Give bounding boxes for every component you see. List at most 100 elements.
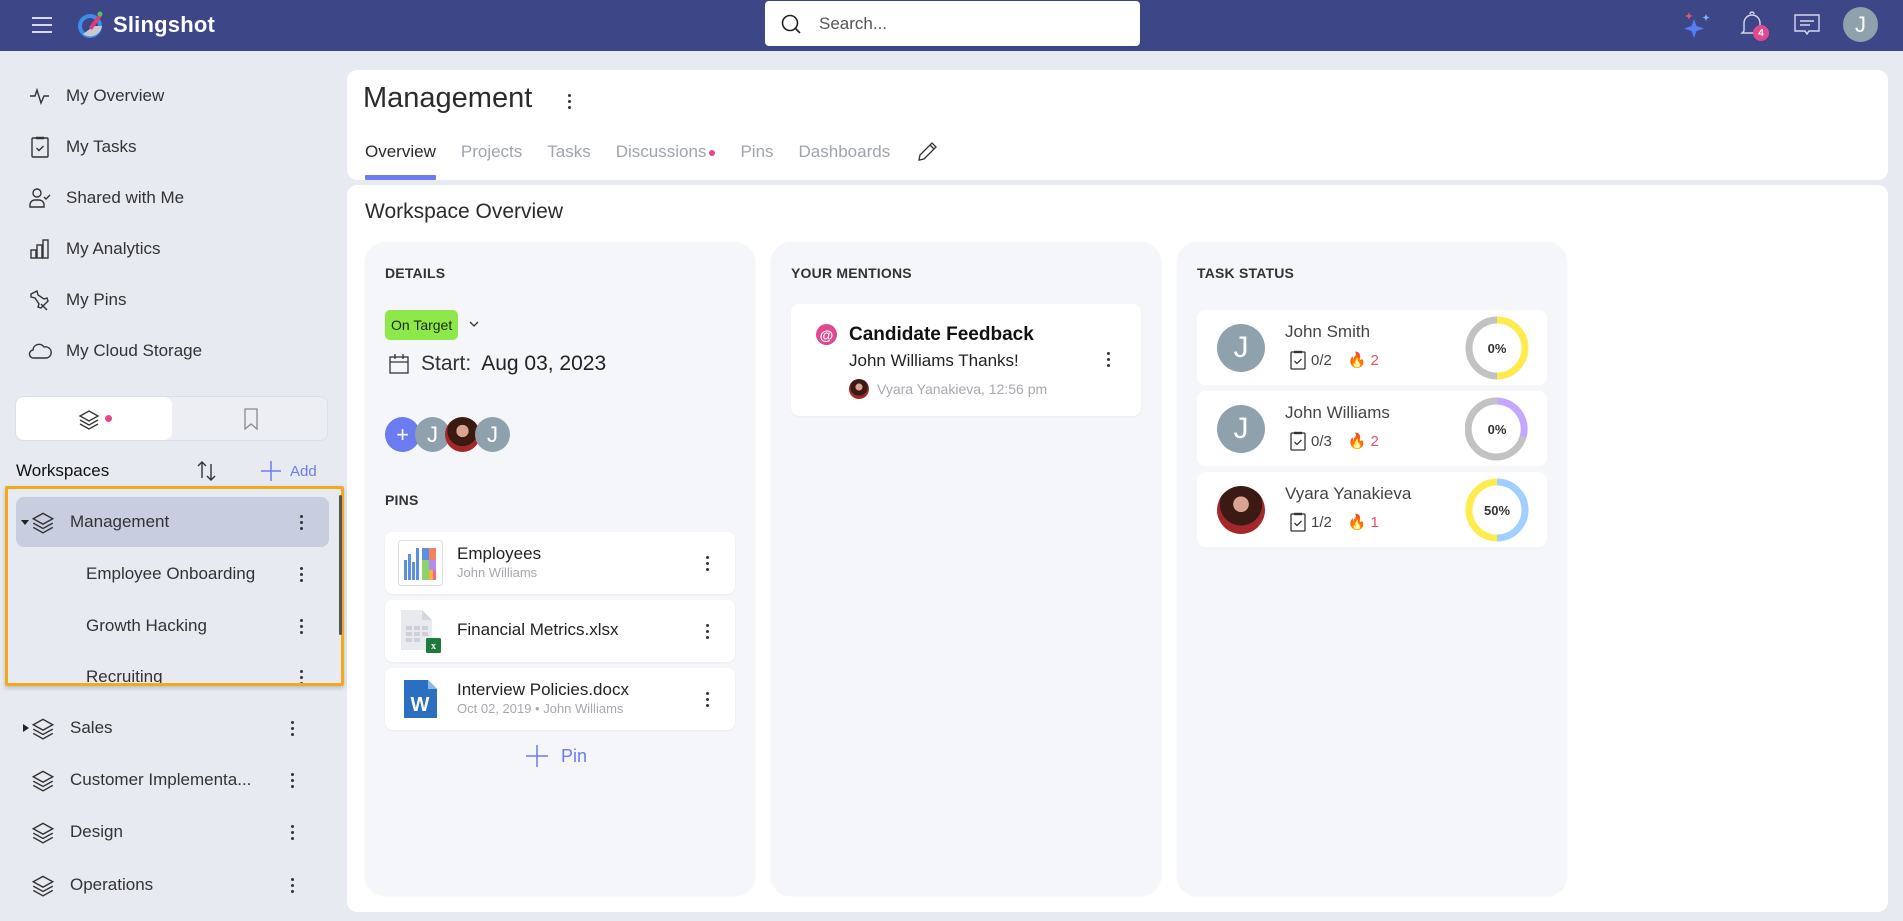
workspace-options-button[interactable] xyxy=(559,86,579,116)
sort-button[interactable] xyxy=(194,458,220,489)
edit-tabs-button[interactable] xyxy=(915,140,939,180)
layers-icon xyxy=(31,512,55,534)
user-check-icon xyxy=(29,188,51,208)
mention-author-time: Vyara Yanakieva, 12:56 pm xyxy=(877,381,1048,397)
workspace-customer-implementation[interactable]: Customer Implementa... xyxy=(30,755,322,805)
search-input[interactable] xyxy=(819,13,1119,34)
mention-body: John Williams Thanks! xyxy=(849,351,1019,370)
task-counts: 0/2 🔥 2 xyxy=(1289,350,1379,370)
tab-dashboards[interactable]: Dashboards xyxy=(799,142,891,178)
sidebar-item-my-analytics[interactable]: My Analytics xyxy=(28,229,160,269)
workspace-menu-button[interactable] xyxy=(291,611,311,641)
tasks-done: 1/2 xyxy=(1311,513,1332,531)
panel-label: YOUR MENTIONS xyxy=(791,265,912,281)
user-avatar[interactable]: J xyxy=(1843,7,1878,42)
member-avatar[interactable]: J xyxy=(475,417,510,452)
start-date-value: Aug 03, 2023 xyxy=(481,352,607,375)
workspace-growth-hacking[interactable]: Growth Hacking xyxy=(86,601,329,651)
fire-icon: 🔥 xyxy=(1347,514,1367,531)
tab-label: Pins xyxy=(740,142,774,161)
add-workspace-button[interactable]: Add xyxy=(260,460,317,482)
notifications-button[interactable]: 4 xyxy=(1735,8,1769,42)
task-status-row[interactable]: J John Williams 0/3 🔥 2 0% xyxy=(1197,391,1547,466)
progress-percent: 0% xyxy=(1487,421,1507,437)
pin-menu-button[interactable] xyxy=(697,548,717,578)
unread-dot xyxy=(104,415,112,422)
workspace-header: Management Overview Projects Tasks Discu… xyxy=(347,70,1888,180)
mention-menu-button[interactable] xyxy=(1098,344,1118,374)
sidebar-item-my-pins[interactable]: My Pins xyxy=(28,280,126,320)
plus-icon xyxy=(526,745,548,767)
overdue-count: 2 xyxy=(1370,432,1379,450)
workspace-label: Operations xyxy=(70,875,154,894)
chat-button[interactable] xyxy=(1790,8,1824,42)
pencil-icon xyxy=(918,142,938,161)
svg-text:x: x xyxy=(431,641,436,652)
workspace-employee-onboarding[interactable]: Employee Onboarding xyxy=(86,549,329,599)
menu-icon[interactable] xyxy=(30,13,56,37)
workspace-label: Employee Onboarding xyxy=(86,564,256,583)
tab-label: Dashboards xyxy=(798,142,891,161)
pin-title: Interview Policies.docx xyxy=(457,680,629,699)
details-panel: DETAILS On Target Start: Aug 03, 2023 + … xyxy=(365,242,755,895)
workspace-menu-button[interactable] xyxy=(282,817,302,847)
sidebar-item-my-cloud-storage[interactable]: My Cloud Storage xyxy=(28,331,202,371)
chevron-down-icon[interactable] xyxy=(467,317,481,331)
workspace-operations[interactable]: Operations xyxy=(30,860,322,910)
workspace-management[interactable]: Management xyxy=(16,497,329,547)
workspace-sales[interactable]: Sales xyxy=(22,703,322,753)
mention-item[interactable]: @ Candidate Feedback John Williams Thank… xyxy=(791,304,1141,416)
notification-badge: 4 xyxy=(1753,25,1769,41)
add-pin-button[interactable]: Pin xyxy=(525,744,587,768)
pin-icon xyxy=(30,289,49,311)
workspace-menu-button[interactable] xyxy=(282,713,302,743)
pin-item[interactable]: x Financial Metrics.xlsx xyxy=(385,600,735,662)
sidebar-view-toggle xyxy=(15,396,328,441)
workspace-design[interactable]: Design xyxy=(30,807,322,857)
sidebar-item-my-tasks[interactable]: My Tasks xyxy=(28,127,137,167)
sidebar-item-shared-with-me[interactable]: Shared with Me xyxy=(28,178,184,218)
ai-sparkle-button[interactable] xyxy=(1681,8,1715,42)
sidebar-item-my-overview[interactable]: My Overview xyxy=(28,76,164,116)
pin-menu-button[interactable] xyxy=(697,684,717,714)
tab-overview[interactable]: Overview xyxy=(365,142,436,180)
clipboard-check-icon xyxy=(1290,350,1306,370)
workspace-menu-button[interactable] xyxy=(291,507,311,537)
pin-menu-button[interactable] xyxy=(697,616,717,646)
tab-tasks[interactable]: Tasks xyxy=(547,142,590,178)
pin-item[interactable]: Employees John Williams xyxy=(385,532,735,594)
tab-discussions[interactable]: Discussions xyxy=(616,142,716,178)
logo[interactable]: Slingshot xyxy=(75,10,215,40)
sidebar-item-label: My Cloud Storage xyxy=(66,341,203,360)
toggle-workspaces[interactable] xyxy=(16,397,172,440)
person-name: John Williams xyxy=(1285,403,1390,422)
task-counts: 1/2 🔥 1 xyxy=(1289,512,1379,532)
app-name: Slingshot xyxy=(113,12,216,37)
tab-pins[interactable]: Pins xyxy=(740,142,773,178)
toggle-bookmarks[interactable] xyxy=(173,397,328,440)
tab-projects[interactable]: Projects xyxy=(461,142,522,178)
workspace-label: Design xyxy=(70,822,123,841)
search-box[interactable] xyxy=(765,1,1140,46)
workspace-menu-button[interactable] xyxy=(291,559,311,589)
person-avatar-photo xyxy=(1217,486,1265,534)
task-status-row[interactable]: Vyara Yanakieva 1/2 🔥 1 50% xyxy=(1197,472,1547,547)
status-badge[interactable]: On Target xyxy=(385,310,459,340)
svg-text:W: W xyxy=(411,694,430,716)
workspace-menu-button[interactable] xyxy=(291,662,311,683)
task-status-row[interactable]: J John Smith 0/2 🔥 2 0% xyxy=(1197,310,1547,385)
pin-title: Employees xyxy=(457,544,542,563)
sidebar-scrollbar[interactable] xyxy=(339,495,342,635)
workspace-recruiting[interactable]: Recruiting xyxy=(86,652,329,683)
excel-file-icon: x xyxy=(401,610,441,653)
mentions-panel: YOUR MENTIONS @ Candidate Feedback John … xyxy=(771,242,1161,895)
add-pin-label: Pin xyxy=(561,745,588,766)
tasks-done: 0/3 xyxy=(1311,432,1332,450)
workspace-menu-button[interactable] xyxy=(282,870,302,900)
person-avatar: J xyxy=(1217,405,1265,453)
calendar-icon xyxy=(389,354,409,374)
start-prefix: Start: xyxy=(421,352,472,375)
workspace-menu-button[interactable] xyxy=(282,765,302,795)
workspaces-header: Workspaces Add xyxy=(16,456,317,489)
pin-item[interactable]: W Interview Policies.docx Oct 02, 2019 •… xyxy=(385,668,735,730)
